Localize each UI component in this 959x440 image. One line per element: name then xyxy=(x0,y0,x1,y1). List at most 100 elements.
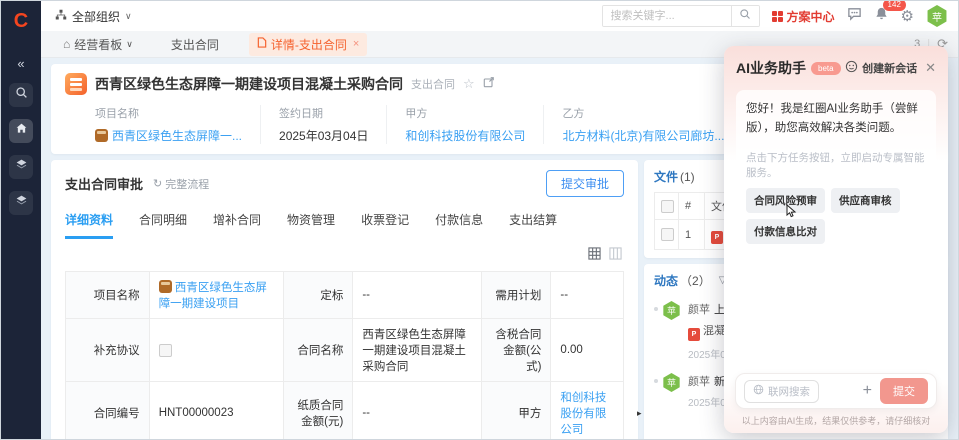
submit-approval-button[interactable]: 提交审批 xyxy=(546,170,624,197)
favorite-star-icon[interactable]: ☆ xyxy=(463,76,475,92)
subtab-详细资料[interactable]: 详细资料 xyxy=(65,211,113,239)
contract-field-text[interactable]: 西青区绿色生态屏障一... xyxy=(112,127,242,144)
flow-refresh-icon: ↻ xyxy=(153,177,162,190)
brand-logo-icon[interactable]: C xyxy=(8,8,34,34)
close-tab-icon[interactable]: × xyxy=(353,38,359,50)
subtab-收票登记[interactable]: 收票登记 xyxy=(361,211,409,239)
timeline-dot xyxy=(654,307,658,311)
smiley-icon xyxy=(845,60,858,76)
org-selector[interactable]: 全部组织 ∨ xyxy=(55,8,132,25)
column-view-icon[interactable] xyxy=(609,247,622,265)
settings-button[interactable]: ⚙ xyxy=(901,7,914,25)
grid-icon xyxy=(772,11,783,22)
activity-user[interactable]: 颜苹 xyxy=(688,376,710,388)
detail-cell-label: 含税合同金额(公式) xyxy=(481,319,551,382)
ai-submit-button[interactable]: 提交 xyxy=(880,378,928,404)
table-view-icon[interactable] xyxy=(588,247,601,265)
checkbox[interactable] xyxy=(159,344,172,357)
search-icon xyxy=(15,86,28,104)
ai-input-bar: 联网搜索 + 提交 xyxy=(735,373,937,409)
pdf-icon: P xyxy=(688,328,700,341)
detail-cell-label: 合同编号 xyxy=(66,382,150,440)
user-avatar[interactable]: 苹 xyxy=(926,5,948,27)
detail-cell-label: 纸质合同金额(元) xyxy=(283,382,353,440)
pdf-icon: P xyxy=(711,231,723,244)
ai-task-合同风险预审[interactable]: 合同风险预审 xyxy=(746,188,825,213)
sidebar-item-home[interactable] xyxy=(9,119,33,143)
sidebar-item-search[interactable] xyxy=(9,83,33,107)
approval-card: 支出合同审批 ↻ 完整流程 提交审批 详细资料合同明细增补合同物资管理收票登记付… xyxy=(51,160,638,439)
panel-collapse-handle[interactable]: ▸ xyxy=(637,408,642,419)
contract-field-text[interactable]: 和创科技股份有限公司 xyxy=(405,127,525,144)
attach-plus-icon[interactable]: + xyxy=(855,382,880,400)
detail-cell-value: -- xyxy=(353,382,481,440)
activity-user[interactable]: 颜苹 xyxy=(688,304,710,316)
detail-value-text: -- xyxy=(362,407,370,419)
workspace-tab-label: 经营看板 xyxy=(74,36,122,53)
globe-icon xyxy=(753,384,764,398)
full-flow-link[interactable]: ↻ 完整流程 xyxy=(153,176,209,192)
files-select-all[interactable] xyxy=(655,193,679,220)
close-icon[interactable]: ✕ xyxy=(925,60,936,76)
contract-field-text[interactable]: 北方材料(北京)有限公司廊坊... xyxy=(562,127,724,144)
layers-icon xyxy=(15,158,28,176)
contract-field-value: 西青区绿色生态屏障一... xyxy=(95,127,242,144)
detail-cell-value: HNT00000023 xyxy=(149,382,283,440)
web-search-toggle[interactable]: 联网搜索 xyxy=(744,380,819,403)
contract-field-乙方: 乙方北方材料(北京)有限公司廊坊... xyxy=(543,105,742,144)
contract-field-value: 2025年03月04日 xyxy=(279,127,368,144)
ai-task-付款信息比对[interactable]: 付款信息比对 xyxy=(746,219,825,244)
files-col-index: # xyxy=(679,193,705,220)
sidebar-item-modules[interactable] xyxy=(9,191,33,215)
search-icon xyxy=(739,7,751,25)
messages-button[interactable] xyxy=(847,6,862,26)
sidebar-collapse-icon[interactable]: « xyxy=(17,56,24,71)
detail-cell-value xyxy=(149,319,283,382)
org-label: 全部组织 xyxy=(72,8,120,25)
new-session-button[interactable]: 创建新会话 xyxy=(845,60,917,76)
avatar: 苹 xyxy=(662,301,681,320)
subtab-支出结算[interactable]: 支出结算 xyxy=(509,211,557,239)
contract-doc-icon xyxy=(65,73,87,95)
subtab-合同明细[interactable]: 合同明细 xyxy=(139,211,187,239)
contract-type-tag: 支出合同 xyxy=(411,76,455,92)
detail-cell-value: 0.00 xyxy=(551,319,624,382)
detail-value-text[interactable]: 和创科技股份有限公司 xyxy=(560,392,606,436)
avatar: 苹 xyxy=(662,373,681,392)
subtab-付款信息[interactable]: 付款信息 xyxy=(435,211,483,239)
topbar: 全部组织 ∨ 方案中心 142 ⚙ 苹 xyxy=(41,1,958,31)
sidebar: C « xyxy=(1,1,41,440)
checkbox[interactable] xyxy=(661,200,674,213)
detail-value-text[interactable]: 西青区绿色生态屏障一期建设项目 xyxy=(159,282,267,310)
detail-cell-value: 西青区绿色生态屏障一期建设项目 xyxy=(149,272,283,319)
web-search-label: 联网搜索 xyxy=(768,384,810,399)
ai-greeting-text: 您好！我是红圈AI业务助手（尝鲜版），助您高效解决各类问题。 xyxy=(746,100,926,138)
org-tree-icon xyxy=(55,9,67,24)
full-flow-label: 完整流程 xyxy=(165,176,209,192)
workspace-tab-label: 支出合同 xyxy=(171,36,219,53)
file-index-cell: 1 xyxy=(679,220,705,250)
solution-center-link[interactable]: 方案中心 xyxy=(772,8,835,25)
ai-task-供应商审核[interactable]: 供应商审核 xyxy=(831,188,900,213)
files-count: (1) xyxy=(680,170,695,184)
project-icon xyxy=(159,280,172,293)
open-external-icon[interactable] xyxy=(483,75,495,93)
detail-cell-value: 西青区绿色生态屏障一期建设项目混凝土采购合同 xyxy=(353,319,481,382)
contract-detail-table: 项目名称 西青区绿色生态屏障一期建设项目定标--需用计划--补充协议合同名称西青… xyxy=(65,271,624,439)
subtab-物资管理[interactable]: 物资管理 xyxy=(287,211,335,239)
detail-cell-value: 和创科技股份有限公司 xyxy=(551,382,624,440)
workspace-tab-详情-支出合同[interactable]: 详情-支出合同 × xyxy=(249,33,367,56)
sidebar-item-apps[interactable] xyxy=(9,155,33,179)
workspace-tab-支出合同[interactable]: 支出合同 xyxy=(163,33,227,56)
notifications-button[interactable]: 142 xyxy=(874,6,889,26)
detail-value-text: 西青区绿色生态屏障一期建设项目混凝土采购合同 xyxy=(362,329,466,373)
files-title: 文件 xyxy=(654,168,678,185)
checkbox[interactable] xyxy=(661,228,674,241)
subtab-增补合同[interactable]: 增补合同 xyxy=(213,211,261,239)
global-search-button[interactable] xyxy=(731,5,759,27)
detail-table-row: 补充协议合同名称西青区绿色生态屏障一期建设项目混凝土采购合同含税合同金额(公式)… xyxy=(66,319,624,382)
global-search-input[interactable] xyxy=(603,6,731,26)
home-icon xyxy=(15,122,28,140)
workspace-tab-label: 详情-支出合同 xyxy=(271,36,347,53)
workspace-tab-经营看板[interactable]: ⌂经营看板∨ xyxy=(55,33,141,56)
